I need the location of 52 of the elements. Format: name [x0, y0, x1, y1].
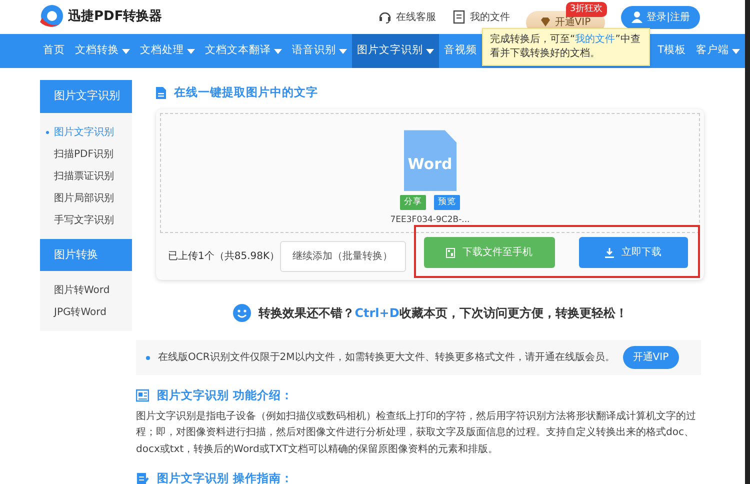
- word-file-icon: Word: [404, 130, 456, 192]
- id-card-icon: [136, 389, 149, 402]
- section-title: 在线一键提取图片中的文字: [174, 84, 318, 101]
- nav-item[interactable]: T模板: [652, 34, 691, 68]
- nav-item[interactable]: 文档处理: [135, 34, 200, 68]
- file-name: 7EE3F034-9C2B-...: [390, 214, 470, 227]
- sidebar-item[interactable]: JPG转Word: [40, 301, 132, 323]
- sidebar-heading: 图片文字识别: [40, 80, 132, 112]
- header-link[interactable]: 在线客服: [378, 10, 436, 24]
- bullet-icon: [46, 130, 49, 134]
- sidebar-item[interactable]: 图片文字识别: [40, 120, 132, 142]
- sidebar-item[interactable]: 图片局部识别: [40, 186, 132, 208]
- section-heading: 图片文字识别 功能介绍：: [157, 387, 294, 404]
- header-link[interactable]: 我的文件: [452, 10, 510, 24]
- nav-item[interactable]: 文档转换: [70, 34, 135, 68]
- user-icon: [630, 11, 643, 23]
- nav-item[interactable]: 语音识别: [287, 34, 352, 68]
- section-heading: 图片文字识别 操作指南：: [157, 470, 294, 484]
- logo-icon: [38, 4, 64, 30]
- sidebar-item[interactable]: 扫描PDF识别: [40, 142, 132, 164]
- nav-item[interactable]: 音视频: [439, 34, 482, 68]
- notice-text: 在线版OCR识别文件仅限于2M以内文件，如需转换更大文件、转换更多格式文件，请开通在线版会员。: [158, 350, 615, 366]
- add-more-button[interactable]: 继续添加（批量转换）: [280, 241, 406, 272]
- send-to-phone-button[interactable]: 下载文件至手机: [424, 237, 555, 268]
- tooltip-link[interactable]: 我的文件: [575, 34, 616, 45]
- logo-text: 迅捷PDF转换器: [68, 8, 162, 26]
- nav-item[interactable]: 文档文本翻译: [200, 34, 287, 68]
- sidebar-item[interactable]: 手写文字识别: [40, 208, 132, 230]
- download-button[interactable]: 立即下载: [578, 237, 688, 268]
- preview-button[interactable]: 预览: [434, 195, 460, 210]
- section-text: 图片文字识别是指电子设备（例如扫描仪或数码相机）检查纸上打印的字符，然后用字符识别方法将形状翻译成计算机文字的过程；即，对图像资料进行扫描，然后对图像文件进行分析处理，获取文字及版面信息的过程。支持自定义转换出来的格式doc、docx或txt，转换后的Word或TXT文档可以精确的保留原图像资料的元素和排版。: [136, 410, 697, 456]
- tooltip: 完成转换后，可至“我的文件”中查看并下载转换好的文档。: [482, 28, 650, 66]
- bullet-icon: [146, 356, 150, 360]
- download-icon: [604, 248, 614, 258]
- nav-item[interactable]: 客户端: [691, 34, 745, 68]
- sidebar-item[interactable]: 扫描票证识别: [40, 164, 132, 186]
- bookmark-tip: 转换效果还不错？Ctrl+D收藏本页，下次访问更方便，转换更轻松！: [258, 305, 628, 322]
- promo-badge: 3折狂欢: [566, 2, 607, 17]
- document-icon: [452, 10, 466, 24]
- sidebar-item[interactable]: 图片转Word: [40, 279, 132, 301]
- smiley-icon: [232, 304, 251, 322]
- nav-item[interactable]: 首页: [38, 34, 70, 68]
- upload-status: 已上传1个（共85.98K）: [168, 250, 280, 264]
- checklist-icon: [136, 472, 149, 484]
- nav-item[interactable]: 图片文字识别: [352, 34, 439, 68]
- vip-button[interactable]: 开通VIP: [622, 346, 679, 370]
- document-icon: [156, 86, 166, 99]
- sidebar-heading: 图片转换: [40, 238, 132, 271]
- headset-icon: [378, 10, 392, 24]
- qr-code-icon: [446, 248, 455, 258]
- login-button[interactable]: 登录|注册: [620, 6, 700, 28]
- share-button[interactable]: 分享: [400, 195, 426, 210]
